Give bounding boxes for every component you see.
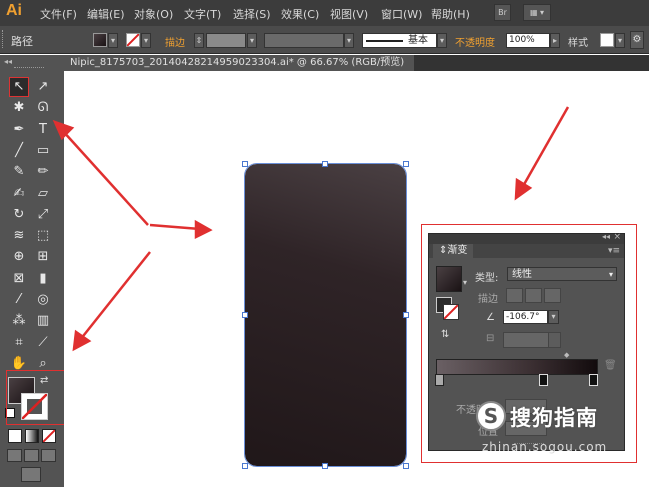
panel-menu-icon[interactable]: ▾≡ [608, 244, 620, 258]
arrowhead-icon [194, 219, 213, 240]
gradient-stop[interactable] [435, 374, 444, 386]
gradient-type-value: 线性 [512, 269, 532, 280]
gradient-tab[interactable]: ⇕渐变 [433, 244, 474, 258]
gradient-stop[interactable] [539, 374, 548, 386]
stroke-across-button[interactable] [544, 288, 561, 303]
watermark-logo: S [476, 401, 506, 431]
stroke-inactive-swatch[interactable] [443, 304, 459, 320]
gradient-type-label: 类型: [475, 273, 499, 284]
midpoint-diamond-icon[interactable]: ◆ [564, 351, 569, 359]
gradient-preview-swatch[interactable] [436, 266, 462, 292]
angle-field[interactable]: -106.7° [503, 310, 548, 324]
close-panel-icon[interactable]: × [613, 232, 621, 242]
gradient-stop[interactable] [589, 374, 598, 386]
aspect-ratio-icon: ⊟ [486, 333, 495, 344]
angle-dropdown[interactable]: ▾ [548, 310, 559, 324]
arrowhead-icon [72, 329, 92, 352]
gradient-slider-bar[interactable] [436, 359, 598, 375]
gradient-tab-label: 渐变 [447, 245, 468, 256]
arrow-to-selection-tool [61, 129, 149, 226]
arrowhead-icon [52, 119, 75, 141]
chevron-down-icon: ▾ [608, 270, 613, 279]
arrowhead-icon [514, 177, 533, 201]
panel-tab-strip: ⇕渐变 ▾≡ [429, 244, 624, 258]
gradient-presets-dropdown-icon[interactable]: ▾ [463, 278, 467, 287]
delete-stop-icon[interactable]: 🗑 [604, 360, 617, 371]
no-stroke-icon [444, 305, 458, 319]
stroke-along-button[interactable] [525, 288, 542, 303]
gradient-type-select[interactable]: 线性 ▾ [507, 267, 617, 281]
watermark-text: 搜狗指南 [510, 406, 598, 430]
stroke-gradient-label: 描边 [478, 294, 498, 305]
aspect-ratio-dropdown[interactable] [548, 332, 561, 348]
watermark-url: zhinan.sogou.com [482, 440, 608, 454]
panel-titlebar[interactable]: ◂◂ × [429, 232, 624, 244]
reverse-gradient-icon[interactable]: ⇅ [441, 329, 449, 340]
stroke-within-button[interactable] [506, 288, 523, 303]
angle-icon: ∠ [486, 312, 495, 323]
collapse-panel-icon[interactable]: ◂◂ [602, 232, 610, 241]
aspect-ratio-field[interactable] [503, 332, 550, 348]
